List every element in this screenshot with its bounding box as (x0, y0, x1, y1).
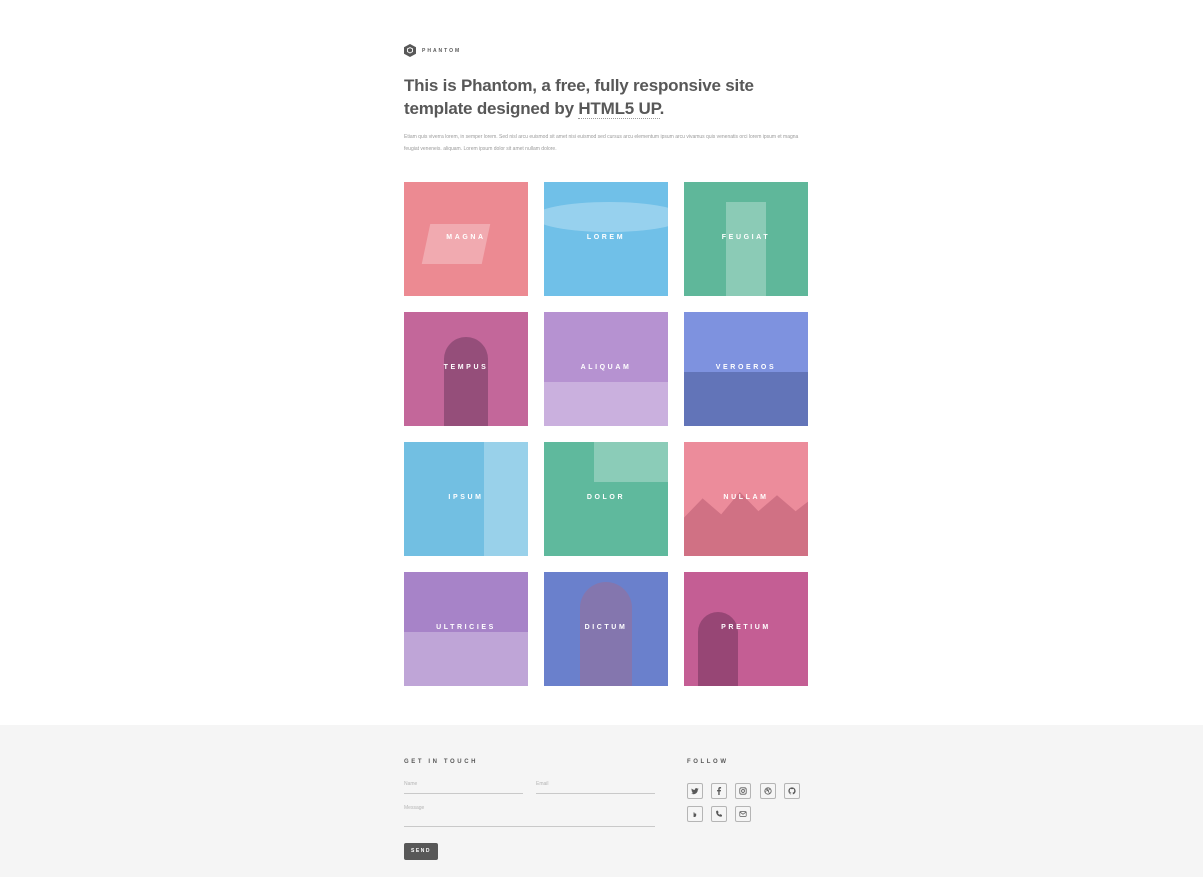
facebook-button[interactable] (711, 783, 727, 799)
footer (0, 725, 1203, 877)
phantom-hexagon-icon (404, 44, 416, 57)
phone-button[interactable] (711, 806, 727, 822)
tile-magna[interactable]: MAGNA (404, 182, 528, 296)
intro-paragraph: Etiam quis viverra lorem, in semper lore… (404, 134, 799, 152)
tile-label: MAGNA (446, 234, 486, 241)
tile-dolor[interactable]: DOLOR (544, 442, 668, 556)
tile-label: DICTUM (584, 624, 628, 631)
tile-label: IPSUM (448, 494, 484, 501)
get-in-touch-title: GET IN TOUCH (404, 759, 479, 765)
field-shape (404, 632, 528, 686)
email-field[interactable]: Email (536, 781, 655, 794)
tile-dictum[interactable]: DICTUM (544, 572, 668, 686)
grass-shape (544, 382, 668, 426)
escalator-shape (726, 202, 766, 296)
tile-label: DOLOR (586, 494, 626, 501)
tile-label: PRETIUM (721, 624, 771, 631)
tile-label: TEMPUS (443, 364, 489, 371)
logo[interactable]: PHANTOM (404, 44, 461, 57)
email-placeholder: Email (536, 781, 549, 787)
tile-nullam[interactable]: NULLAM (684, 442, 808, 556)
laptop-shape (421, 224, 491, 264)
tile-label: ULTRICIES (436, 624, 496, 631)
tile-label: VEROEROS (715, 364, 777, 371)
twitter-button[interactable] (687, 783, 703, 799)
instagram-icon (739, 787, 747, 795)
building-shape (594, 442, 668, 482)
tile-ultricies[interactable]: ULTRICIES (404, 572, 528, 686)
email-button[interactable] (735, 806, 751, 822)
tile-lorem[interactable]: LOREM (544, 182, 668, 296)
photographer-shape (580, 582, 632, 686)
tile-label: FEUGIAT (721, 234, 771, 241)
500px-icon (693, 812, 697, 817)
tile-label: NULLAM (723, 494, 769, 501)
tile-label: LOREM (586, 234, 626, 241)
instagram-button[interactable] (735, 783, 751, 799)
dribbble-icon (764, 787, 772, 795)
envelope-icon (739, 811, 747, 817)
message-field[interactable]: Message (404, 805, 655, 827)
name-field[interactable]: Name (404, 781, 523, 794)
tile-pretium[interactable]: PRETIUM (684, 572, 808, 686)
name-placeholder: Name (404, 781, 418, 787)
page-headline: This is Phantom, a free, fully responsiv… (404, 74, 804, 120)
html5up-link[interactable]: HTML5 UP (578, 99, 660, 119)
follow-title: FOLLOW (687, 759, 729, 765)
github-icon (788, 787, 796, 795)
dribbble-button[interactable] (760, 783, 776, 799)
tile-aliquam[interactable]: ALIQUAM (544, 312, 668, 426)
wave-shape (544, 202, 668, 232)
github-button[interactable] (784, 783, 800, 799)
tile-label: ALIQUAM (580, 364, 632, 371)
tile-ipsum[interactable]: IPSUM (404, 442, 528, 556)
facebook-icon (717, 787, 722, 795)
logo-text: PHANTOM (422, 47, 462, 54)
twitter-icon (691, 788, 699, 795)
message-placeholder: Message (404, 805, 425, 811)
road-shape (684, 372, 808, 426)
tile-feugiat[interactable]: FEUGIAT (684, 182, 808, 296)
person-shape (444, 337, 488, 426)
tile-tempus[interactable]: TEMPUS (404, 312, 528, 426)
send-button[interactable]: SEND (404, 843, 438, 860)
phone-icon (716, 810, 723, 817)
tile-veroeros[interactable]: VEROEROS (684, 312, 808, 426)
headline-period: . (659, 99, 665, 118)
500px-button[interactable] (687, 806, 703, 822)
